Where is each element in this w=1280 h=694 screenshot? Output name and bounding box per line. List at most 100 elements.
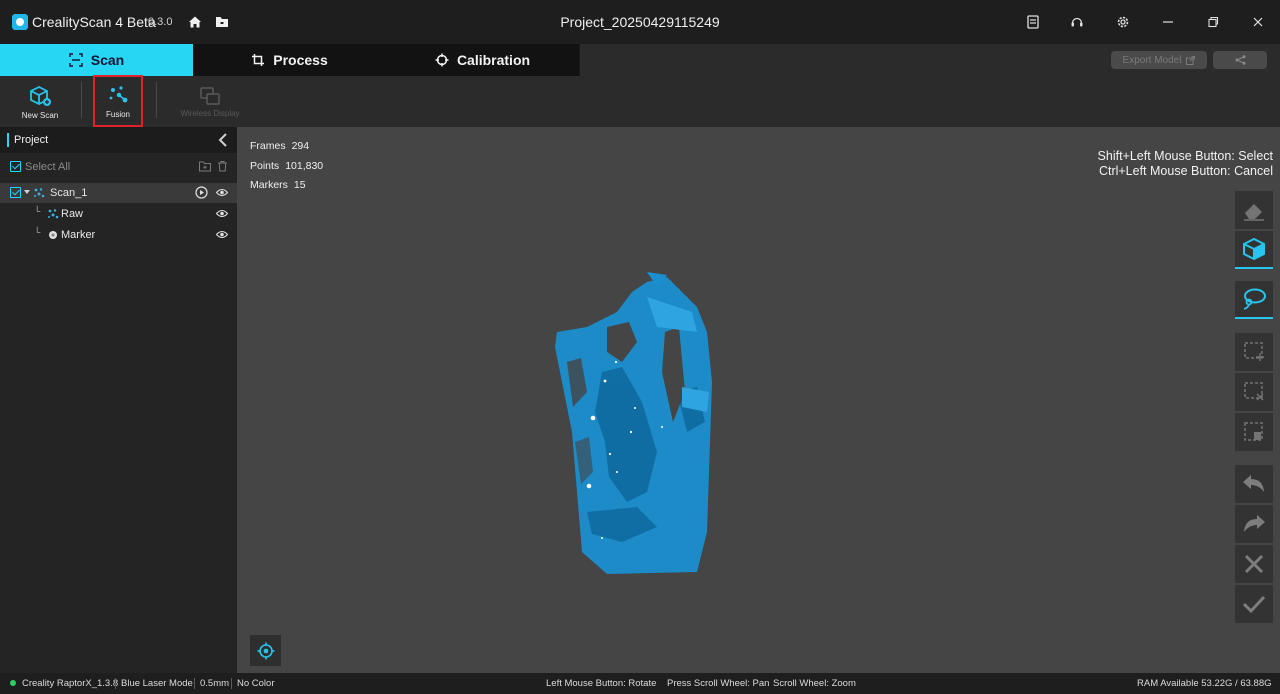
project-title: Project_20250429115249 bbox=[560, 14, 720, 30]
rotate-hint: Left Mouse Button: Rotate bbox=[546, 678, 657, 689]
support-headset-icon[interactable] bbox=[1068, 13, 1086, 31]
frames-label: Frames bbox=[250, 140, 286, 152]
tab-calibration-label: Calibration bbox=[456, 52, 531, 68]
restore-window-icon[interactable] bbox=[1204, 13, 1222, 31]
settings-gear-icon[interactable] bbox=[1114, 13, 1132, 31]
scan-icon bbox=[34, 188, 45, 198]
color-mode: No Color bbox=[237, 678, 275, 689]
target-icon bbox=[257, 642, 274, 659]
connection-status-dot bbox=[10, 680, 16, 686]
panel-accent-bar bbox=[7, 133, 9, 147]
mesh-view-button[interactable] bbox=[1235, 231, 1273, 269]
cancel-x-icon bbox=[1244, 554, 1264, 574]
project-panel: Project Select All Scan_1 └ Raw └ Marker bbox=[0, 127, 237, 673]
select-hint: Shift+Left Mouse Button: Select bbox=[1097, 149, 1273, 163]
cancel-edit-button[interactable] bbox=[1235, 545, 1273, 583]
undo-button[interactable] bbox=[1235, 465, 1273, 503]
tree-branch-glyph: └ bbox=[34, 206, 41, 216]
recenter-view-button[interactable] bbox=[250, 635, 281, 666]
markers-value: 15 bbox=[293, 179, 306, 191]
wireless-display-label: Wireless Display bbox=[180, 108, 240, 118]
share-icon bbox=[1235, 55, 1245, 65]
delete-trash-icon[interactable] bbox=[217, 160, 228, 172]
marker-label: Marker bbox=[61, 229, 96, 241]
apply-edit-button[interactable] bbox=[1235, 585, 1273, 623]
export-model-button[interactable]: Export Model bbox=[1111, 51, 1207, 69]
points-label: Points bbox=[250, 159, 280, 172]
redo-button[interactable] bbox=[1235, 505, 1273, 543]
rect-deselect-button[interactable] bbox=[1235, 373, 1273, 411]
status-divider bbox=[231, 678, 232, 689]
select-all-row: Select All bbox=[0, 157, 237, 177]
folder-icon[interactable] bbox=[213, 13, 231, 31]
scan-1-checkbox[interactable] bbox=[10, 187, 21, 198]
scan-mode: Blue Laser Mode bbox=[121, 678, 193, 689]
point-cloud-icon bbox=[48, 209, 59, 219]
new-scan-label: New Scan bbox=[21, 110, 59, 120]
notes-icon[interactable] bbox=[1024, 13, 1042, 31]
tab-calibration[interactable]: Calibration bbox=[386, 44, 579, 76]
rect-select-button[interactable] bbox=[1235, 333, 1273, 371]
tab-scan[interactable]: Scan bbox=[0, 44, 193, 76]
tree-item-marker[interactable]: └ Marker bbox=[0, 225, 237, 245]
undo-icon bbox=[1243, 475, 1264, 492]
visibility-eye-icon[interactable] bbox=[216, 188, 228, 197]
status-divider bbox=[194, 678, 195, 689]
scan-stats: Frames 294 Points 101,830 Markers 15 bbox=[250, 137, 323, 196]
3d-viewport[interactable] bbox=[237, 127, 1280, 673]
markers-label: Markers bbox=[250, 179, 288, 191]
resolution: 0.5mm bbox=[200, 678, 230, 689]
wireless-display-icon bbox=[200, 86, 220, 105]
status-bar: Creality RaptorX_1.3.8 Blue Laser Mode 0… bbox=[0, 673, 1280, 694]
new-folder-icon[interactable] bbox=[199, 161, 211, 172]
title-bar: CrealityScan 4 Beta 0.3.0 Project_202504… bbox=[0, 0, 1280, 44]
lasso-icon bbox=[1243, 288, 1266, 310]
cancel-hint: Ctrl+Left Mouse Button: Cancel bbox=[1098, 164, 1273, 178]
visibility-eye-icon[interactable] bbox=[216, 209, 228, 218]
eraser-button[interactable] bbox=[1235, 191, 1273, 229]
points-value: 101,830 bbox=[285, 159, 324, 172]
checkmark-icon bbox=[1242, 595, 1266, 614]
new-scan-button[interactable]: New Scan bbox=[18, 76, 62, 127]
wireless-display-button[interactable]: Wireless Display bbox=[176, 76, 244, 127]
markers-stat: Markers 15 bbox=[250, 176, 323, 196]
delete-selection-button[interactable] bbox=[1235, 413, 1273, 451]
select-all-checkbox[interactable] bbox=[10, 161, 21, 172]
lasso-select-button[interactable] bbox=[1235, 281, 1273, 319]
export-icon bbox=[1186, 55, 1196, 65]
expand-caret-icon[interactable] bbox=[24, 190, 30, 195]
tree-branch-glyph: └ bbox=[34, 227, 41, 237]
tab-scan-label: Scan bbox=[90, 52, 125, 68]
project-panel-title: Project bbox=[14, 134, 49, 146]
tab-process[interactable]: Process bbox=[193, 44, 386, 76]
home-icon[interactable] bbox=[186, 13, 204, 31]
project-panel-header: Project bbox=[0, 127, 237, 153]
minimize-icon[interactable] bbox=[1159, 13, 1177, 31]
ram-available: RAM Available 53.22G / 63.88G bbox=[1137, 678, 1272, 689]
raw-label: Raw bbox=[61, 208, 84, 220]
visibility-eye-icon[interactable] bbox=[216, 230, 228, 239]
app-name: CrealityScan 4 Beta bbox=[32, 14, 156, 30]
redo-icon bbox=[1244, 515, 1265, 532]
crosshair-icon bbox=[435, 53, 449, 67]
close-window-icon[interactable] bbox=[1249, 13, 1267, 31]
status-divider bbox=[115, 678, 116, 689]
export-model-label: Export Model bbox=[1122, 54, 1182, 66]
share-button[interactable] bbox=[1213, 51, 1267, 69]
crop-icon bbox=[252, 54, 265, 66]
scan-point-cloud-mesh[interactable] bbox=[547, 272, 717, 577]
tree-item-scan-1[interactable]: Scan_1 bbox=[0, 183, 237, 203]
select-all-label: Select All bbox=[25, 161, 71, 173]
selection-hints: Shift+Left Mouse Button: Select Ctrl+Lef… bbox=[1098, 149, 1273, 179]
pan-hint: Press Scroll Wheel: Pan bbox=[667, 678, 770, 689]
scan-1-label: Scan_1 bbox=[50, 187, 88, 199]
eraser-icon bbox=[1244, 204, 1264, 221]
app-version: 0.3.0 bbox=[148, 16, 173, 28]
delete-selection-icon bbox=[1244, 422, 1263, 441]
marker-dot-icon bbox=[49, 231, 57, 239]
cube-view-icon bbox=[1243, 237, 1265, 261]
collapse-panel-icon[interactable] bbox=[218, 133, 228, 152]
tree-item-raw[interactable]: └ Raw bbox=[0, 204, 237, 224]
play-circle-icon[interactable] bbox=[195, 186, 208, 199]
scan-toolbar: New Scan Fusion Wireless Display bbox=[0, 76, 1280, 127]
